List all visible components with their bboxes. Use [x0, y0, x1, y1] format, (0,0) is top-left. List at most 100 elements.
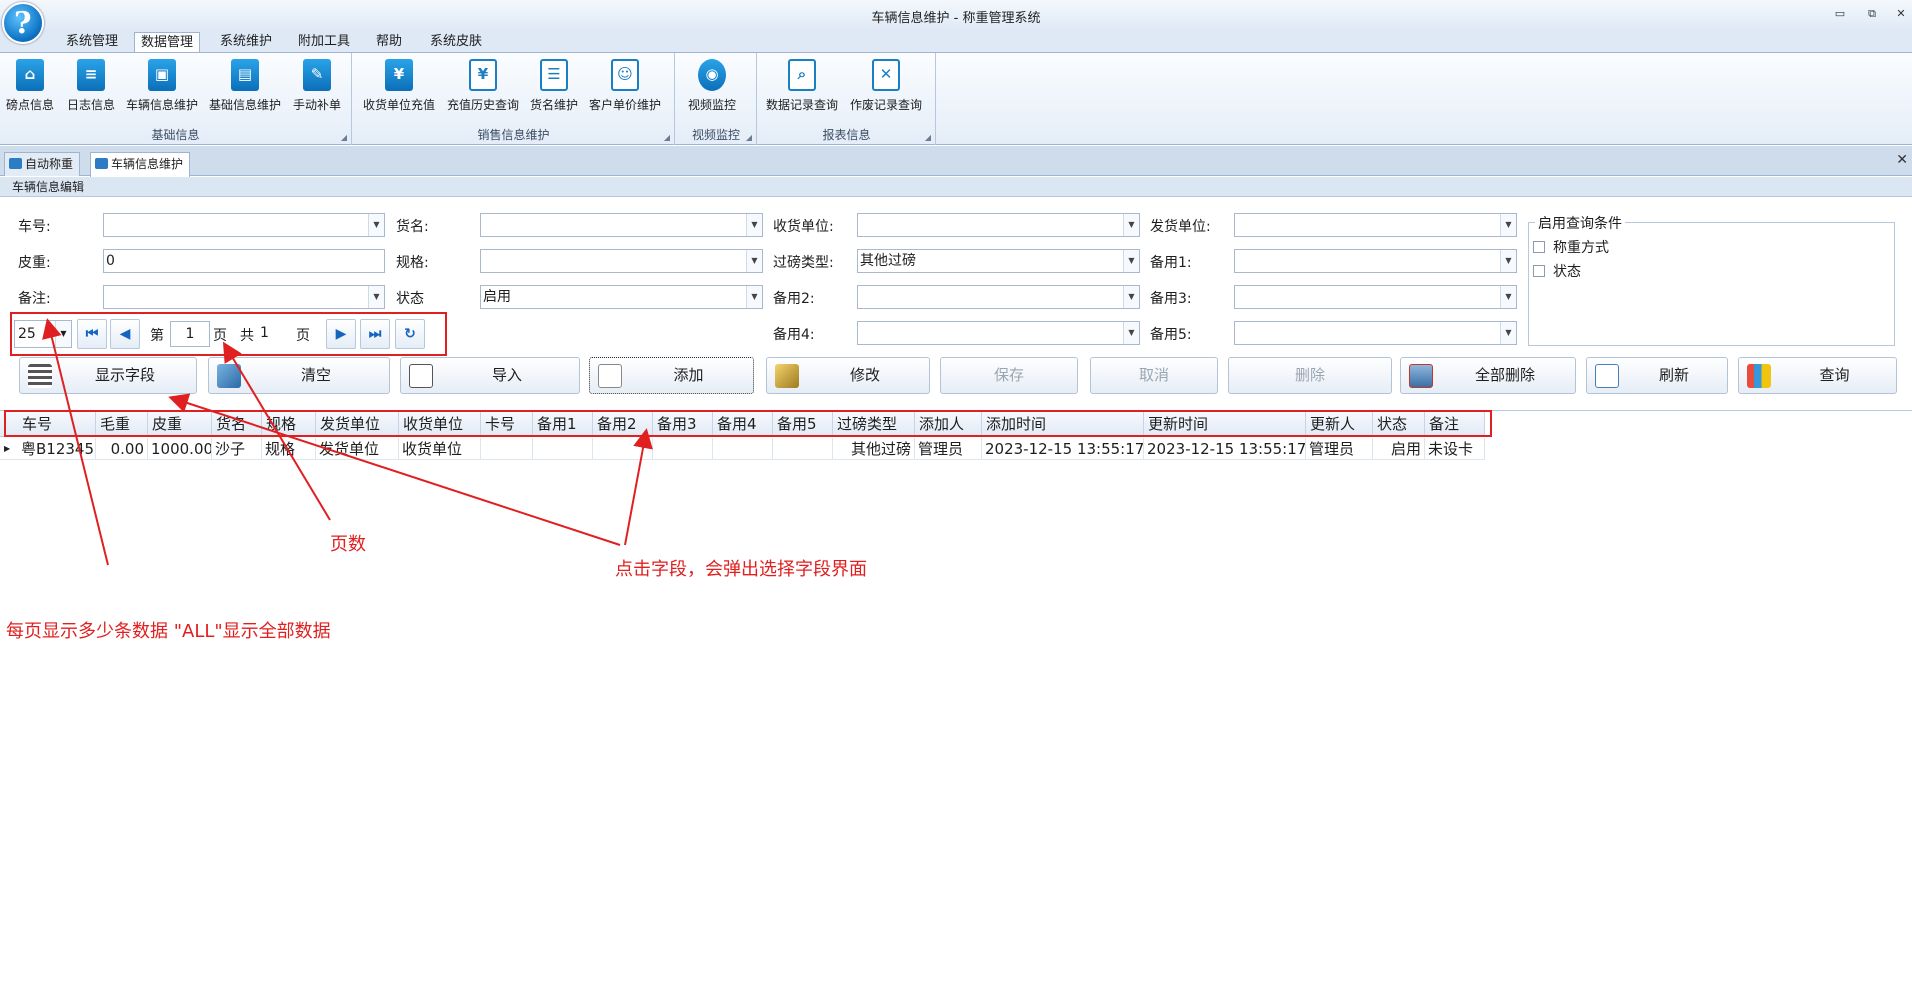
- backup1-combo[interactable]: ▼: [1234, 249, 1517, 273]
- doc-tab-auto-weigh[interactable]: 自动称重: [4, 152, 81, 176]
- menu-tab-tools[interactable]: 附加工具: [292, 32, 356, 52]
- table-cell[interactable]: 2023-12-15 13:55:17: [1144, 438, 1306, 460]
- ribbon-btn-data-records[interactable]: ⌕ 数据记录查询: [766, 57, 838, 113]
- checkbox-weigh-mode[interactable]: 称重方式: [1533, 237, 1609, 257]
- first-page-button[interactable]: ⏮: [77, 319, 107, 349]
- ribbon-btn-void-records[interactable]: ✕ 作废记录查询: [850, 57, 922, 113]
- table-cell[interactable]: 沙子: [212, 438, 262, 460]
- chevron-down-icon[interactable]: ▼: [1500, 286, 1516, 308]
- menu-tab-skin[interactable]: 系统皮肤: [424, 32, 488, 52]
- current-page-input[interactable]: 1: [170, 321, 210, 347]
- restore-button[interactable]: ⧉: [1864, 7, 1880, 21]
- group-launcher-icon[interactable]: ◢: [746, 133, 752, 142]
- table-cell[interactable]: [713, 438, 773, 460]
- chevron-down-icon[interactable]: ▼: [746, 286, 762, 308]
- chevron-down-icon[interactable]: ▼: [368, 214, 384, 236]
- table-cell[interactable]: 粤B12345: [18, 438, 96, 460]
- chevron-down-icon[interactable]: ▼: [55, 321, 71, 347]
- doc-tab-vehicle-info[interactable]: 车辆信息维护: [90, 152, 191, 177]
- table-row[interactable]: ▶ 粤B12345 0.00 1000.00 沙子 规格 发货单位 收货单位 其…: [0, 438, 1485, 460]
- backup3-combo[interactable]: ▼: [1234, 285, 1517, 309]
- table-cell[interactable]: 发货单位: [316, 438, 399, 460]
- chevron-down-icon[interactable]: ▼: [1123, 250, 1139, 272]
- last-page-button[interactable]: ⏭: [360, 319, 390, 349]
- tare-input[interactable]: 0: [103, 249, 385, 273]
- clear-button[interactable]: 清空: [208, 357, 390, 394]
- checkbox-box[interactable]: [1533, 265, 1545, 277]
- next-page-button[interactable]: ▶: [326, 319, 356, 349]
- table-cell[interactable]: 收货单位: [399, 438, 481, 460]
- menu-tab-maintenance[interactable]: 系统维护: [214, 32, 278, 52]
- table-cell[interactable]: [593, 438, 653, 460]
- query-button[interactable]: 查询: [1738, 357, 1897, 394]
- app-logo[interactable]: ?: [2, 2, 44, 44]
- import-button[interactable]: 导入: [400, 357, 580, 394]
- ribbon-btn-video[interactable]: ◉ 视频监控: [688, 57, 736, 113]
- spec-combo[interactable]: ▼: [480, 249, 763, 273]
- chevron-down-icon[interactable]: ▼: [1123, 214, 1139, 236]
- close-button[interactable]: ✕: [1893, 7, 1909, 21]
- menu-tab-data[interactable]: 数据管理: [134, 32, 201, 52]
- edit-button[interactable]: 修改: [766, 357, 930, 394]
- group-launcher-icon[interactable]: ◢: [341, 133, 347, 142]
- plate-combo[interactable]: ▼: [103, 213, 385, 237]
- table-cell[interactable]: 其他过磅: [833, 438, 915, 460]
- table-cell[interactable]: [481, 438, 533, 460]
- save-button[interactable]: 保存: [940, 357, 1078, 394]
- backup5-combo[interactable]: ▼: [1234, 321, 1517, 345]
- table-cell[interactable]: 1000.00: [148, 438, 212, 460]
- table-cell[interactable]: 启用: [1373, 438, 1425, 460]
- table-cell[interactable]: 管理员: [915, 438, 982, 460]
- delete-button[interactable]: 删除: [1228, 357, 1392, 394]
- table-cell[interactable]: 管理员: [1306, 438, 1373, 460]
- table-cell[interactable]: 规格: [262, 438, 316, 460]
- ribbon-btn-weigh-points[interactable]: ⌂ 磅点信息: [6, 57, 54, 113]
- chevron-down-icon[interactable]: ▼: [1123, 286, 1139, 308]
- ribbon-btn-recharge-history[interactable]: ¥ 充值历史查询: [447, 57, 519, 113]
- minimize-button[interactable]: ▭: [1832, 7, 1848, 21]
- refresh-page-button[interactable]: ↻: [395, 319, 425, 349]
- cancel-button[interactable]: 取消: [1090, 357, 1218, 394]
- ribbon-btn-customer-price[interactable]: ☺ 客户单价维护: [589, 57, 661, 113]
- ribbon-btn-recharge[interactable]: ¥ 收货单位充值: [363, 57, 435, 113]
- chevron-down-icon[interactable]: ▼: [746, 214, 762, 236]
- remark-combo[interactable]: ▼: [103, 285, 385, 309]
- table-cell[interactable]: [653, 438, 713, 460]
- goods-combo[interactable]: ▼: [480, 213, 763, 237]
- chevron-down-icon[interactable]: ▼: [746, 250, 762, 272]
- checkbox-status[interactable]: 状态: [1533, 261, 1581, 281]
- chevron-down-icon[interactable]: ▼: [1500, 250, 1516, 272]
- receiver-combo[interactable]: ▼: [857, 213, 1140, 237]
- menu-tab-help[interactable]: 帮助: [370, 32, 408, 52]
- group-launcher-icon[interactable]: ◢: [925, 133, 931, 142]
- ribbon-btn-goods[interactable]: ☰ 货名维护: [530, 57, 578, 113]
- chevron-down-icon[interactable]: ▼: [1500, 214, 1516, 236]
- show-fields-button[interactable]: 显示字段: [19, 357, 197, 394]
- table-cell[interactable]: 未设卡: [1425, 438, 1485, 460]
- table-cell[interactable]: [533, 438, 593, 460]
- sender-combo[interactable]: ▼: [1234, 213, 1517, 237]
- ribbon-btn-vehicle-maintenance[interactable]: ▣ 车辆信息维护: [126, 57, 198, 113]
- ribbon-btn-manual-ticket[interactable]: ✎ 手动补单: [293, 57, 341, 113]
- backup4-combo[interactable]: ▼: [857, 321, 1140, 345]
- page-size-combo[interactable]: 25 ▼: [14, 320, 72, 348]
- close-tab-icon[interactable]: ✕: [1896, 152, 1908, 168]
- ribbon-btn-basic-maintenance[interactable]: ▤ 基础信息维护: [209, 57, 281, 113]
- chevron-down-icon[interactable]: ▼: [1500, 322, 1516, 344]
- group-launcher-icon[interactable]: ◢: [664, 133, 670, 142]
- prev-page-button[interactable]: ◀: [110, 319, 140, 349]
- weigh-type-combo[interactable]: 其他过磅 ▼: [857, 249, 1140, 273]
- chevron-down-icon[interactable]: ▼: [368, 286, 384, 308]
- menu-tab-system[interactable]: 系统管理: [60, 32, 124, 52]
- ribbon-btn-logs[interactable]: ≡ 日志信息: [67, 57, 115, 113]
- add-button[interactable]: 添加: [589, 357, 754, 394]
- backup2-combo[interactable]: ▼: [857, 285, 1140, 309]
- table-cell[interactable]: 2023-12-15 13:55:17: [982, 438, 1144, 460]
- checkbox-box[interactable]: [1533, 241, 1545, 253]
- chevron-down-icon[interactable]: ▼: [1123, 322, 1139, 344]
- status-combo[interactable]: 启用 ▼: [480, 285, 763, 309]
- table-cell[interactable]: [773, 438, 833, 460]
- delete-all-button[interactable]: 全部删除: [1400, 357, 1576, 394]
- refresh-button[interactable]: 刷新: [1586, 357, 1728, 394]
- table-cell[interactable]: 0.00: [96, 438, 148, 460]
